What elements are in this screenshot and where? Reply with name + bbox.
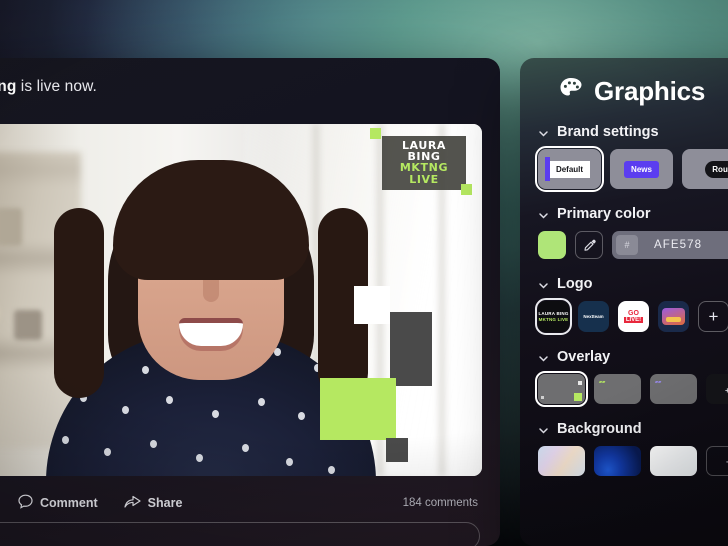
- section-label: Primary color: [557, 206, 651, 222]
- section-brand-settings: Brand settings Default News Roun: [520, 124, 728, 192]
- section-header-overlay[interactable]: Overlay: [538, 349, 728, 365]
- logo-tile-badge[interactable]: [658, 301, 689, 332]
- badge-line-2: MKTNG LIVE: [399, 161, 449, 186]
- logo-line-2: MKTNG LIVE: [538, 316, 569, 322]
- logo-tile-nextteam[interactable]: Nextteam: [578, 301, 609, 332]
- hair-top: [113, 160, 309, 280]
- brand-preset-round[interactable]: Roun: [682, 149, 728, 189]
- share-button[interactable]: Share: [124, 495, 183, 512]
- logo-tile-go-live[interactable]: GO LIVE!: [618, 301, 649, 332]
- comment-button[interactable]: Comment: [18, 494, 98, 512]
- graphics-panel-header: Graphics: [520, 58, 728, 107]
- color-controls-row: # AFE578: [538, 231, 728, 259]
- overlay-tile-default[interactable]: [535, 371, 588, 407]
- chevron-down-icon: [538, 209, 549, 220]
- shelf-object: [14, 310, 42, 340]
- section-label: Overlay: [557, 349, 611, 365]
- stream-brand-badge: LAURA BING MKTNG LIVE: [370, 128, 472, 195]
- hash-symbol: #: [616, 235, 638, 255]
- add-logo-button[interactable]: +: [698, 301, 728, 332]
- share-arrow-icon: [124, 495, 141, 512]
- brand-preset-row: Default News Roun: [535, 146, 728, 192]
- palette-icon: [558, 76, 584, 107]
- section-label: Brand settings: [557, 124, 659, 140]
- chevron-down-icon: [538, 352, 549, 363]
- overlay-tile-row: ▰▰ ▰▰ +: [535, 371, 728, 407]
- section-logo: Logo LAURA BING MKTNG LIVE Nextteam GO L…: [520, 276, 728, 335]
- section-header-background[interactable]: Background: [538, 421, 728, 437]
- chevron-down-icon: [538, 424, 549, 435]
- hex-color-input[interactable]: # AFE578: [612, 231, 728, 259]
- streamer-name: aura Bing: [0, 78, 17, 95]
- section-label: Logo: [557, 276, 593, 292]
- brand-preset-default[interactable]: Default: [535, 146, 604, 192]
- logo-tile-laura-bing[interactable]: LAURA BING MKTNG LIVE: [535, 298, 572, 335]
- hair-left: [54, 208, 104, 398]
- overlay-square-white: [354, 286, 390, 324]
- graphics-panel: Graphics Brand settings Default News Rou…: [520, 58, 728, 546]
- section-overlay: Overlay ▰▰ ▰▰ +: [520, 349, 728, 407]
- background-tile-row: +: [538, 446, 728, 476]
- badge-graphic: [662, 308, 685, 325]
- color-swatch[interactable]: [538, 231, 566, 259]
- logo-line-1: LAURA BING: [538, 310, 569, 316]
- background-tile-white[interactable]: [650, 446, 697, 476]
- panel-title: Graphics: [594, 76, 706, 106]
- brand-preset-round-label: Roun: [705, 160, 728, 178]
- eyedropper-icon[interactable]: [575, 231, 603, 259]
- logo-label: Nextteam: [583, 314, 604, 319]
- comment-count: 184 comments: [402, 497, 478, 509]
- feed-timestamp: min: [0, 100, 478, 112]
- overlay-tile-dark[interactable]: +: [706, 374, 728, 404]
- section-header-primary-color[interactable]: Primary color: [538, 206, 728, 222]
- overlay-tile-green[interactable]: ▰▰: [594, 374, 641, 404]
- logo-line-2: LIVE!: [623, 316, 644, 324]
- feed-title-rest: is live now.: [16, 78, 97, 95]
- feed-header: aura Bing is live now. min: [0, 58, 500, 124]
- shelf-object: [0, 208, 22, 246]
- background-tile-pastel[interactable]: [538, 446, 585, 476]
- preset-accent-bar: [545, 157, 550, 181]
- section-header-logo[interactable]: Logo: [538, 276, 728, 292]
- chevron-down-icon: [538, 279, 549, 290]
- video-player[interactable]: LAURA BING MKTNG LIVE aura Bing: [0, 124, 482, 476]
- overlay-tile-purple[interactable]: ▰▰: [650, 374, 697, 404]
- section-label: Background: [557, 421, 642, 437]
- feed-title: aura Bing is live now.: [0, 78, 478, 96]
- section-primary-color: Primary color # AFE578: [520, 206, 728, 259]
- feed-actions-row: Comment Share 184 comments: [0, 486, 500, 520]
- background-tile-blue-wave[interactable]: [594, 446, 641, 476]
- live-feed-card: aura Bing is live now. min: [0, 58, 500, 546]
- add-background-button[interactable]: +: [706, 446, 728, 476]
- badge-line-1: LAURA BING: [401, 139, 447, 164]
- section-background: Background +: [520, 421, 728, 476]
- chevron-down-icon: [538, 127, 549, 138]
- brand-preset-default-label: Default: [548, 160, 591, 178]
- logo-line-1: GO: [628, 309, 639, 317]
- speech-bubble-icon: [18, 494, 33, 512]
- share-label: Share: [147, 496, 183, 510]
- comment-label: Comment: [40, 496, 98, 510]
- hex-color-value: AFE578: [654, 239, 703, 251]
- section-header-brand-settings[interactable]: Brand settings: [538, 124, 728, 140]
- brand-preset-news-label: News: [624, 160, 659, 178]
- brand-preset-news[interactable]: News: [610, 149, 673, 189]
- logo-tile-row: LAURA BING MKTNG LIVE Nextteam GO LIVE! …: [535, 298, 728, 335]
- overlay-square-dark: [386, 438, 408, 462]
- comment-input[interactable]: Write your comment: [0, 522, 480, 546]
- overlay-square-green: [320, 378, 396, 440]
- overlay-square-dark: [390, 312, 432, 386]
